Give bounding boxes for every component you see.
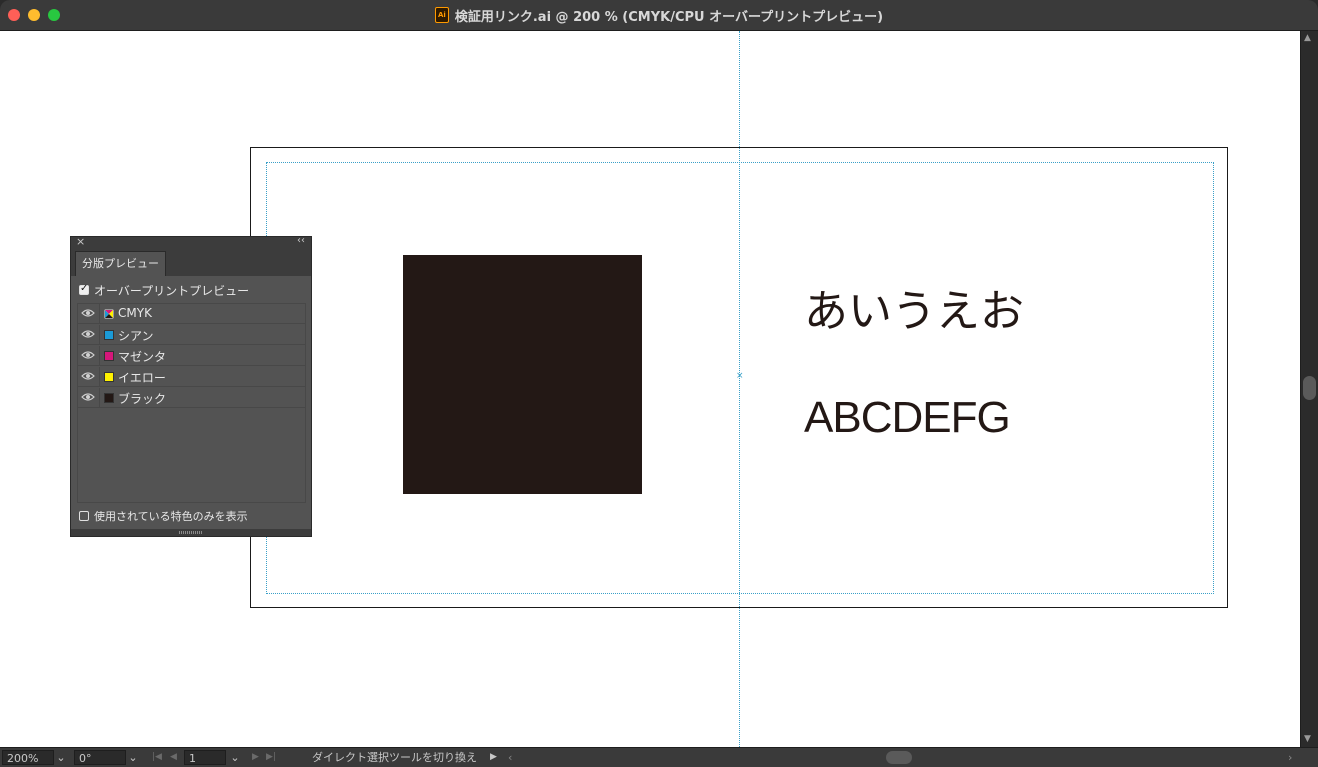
status-menu-play-icon[interactable]: ▶: [490, 750, 497, 765]
scroll-down-icon[interactable]: ▼: [1304, 734, 1311, 744]
show-used-spot-colors-checkbox[interactable]: [79, 511, 89, 521]
yellow-swatch: [104, 372, 114, 382]
status-bar: 200% ⌄ 0° ⌄ |◀ ◀ 1 ⌄ ▶ ▶| ダイレクト選択ツールを切り換…: [0, 747, 1318, 767]
latin-text-object[interactable]: ABCDEFG: [804, 393, 1011, 443]
rotation-dropdown-chevron-down-icon[interactable]: ⌄: [126, 750, 140, 765]
black-swatch: [104, 393, 114, 403]
zoom-dropdown-chevron-down-icon[interactable]: ⌄: [54, 750, 68, 765]
list-item[interactable]: シアン: [78, 325, 305, 345]
vertical-guide[interactable]: [739, 31, 740, 747]
panel-collapse-icon[interactable]: ‹‹: [297, 235, 305, 246]
window-title-group: Ai 検証用リンク.ai @ 200 % (CMYK/CPU オーバープリントプ…: [0, 0, 1318, 30]
title-bar: Ai 検証用リンク.ai @ 200 % (CMYK/CPU オーバープリントプ…: [0, 0, 1318, 31]
separation-label: ブラック: [118, 392, 167, 406]
separation-label: マゼンタ: [118, 350, 167, 364]
rotation-field[interactable]: 0°: [74, 750, 126, 765]
eye-icon[interactable]: [81, 369, 95, 383]
separations-list: CMYK シアン マゼンタ イエロー ブラック: [77, 303, 306, 503]
horizontal-scroll-thumb[interactable]: [886, 751, 912, 764]
magenta-swatch: [104, 351, 114, 361]
tab-separations-preview[interactable]: 分版プレビュー: [75, 251, 166, 276]
panel-tab-row: 分版プレビュー: [71, 249, 311, 276]
list-item[interactable]: マゼンタ: [78, 346, 305, 366]
zoom-level-field[interactable]: 200%: [2, 750, 54, 765]
japanese-text-object[interactable]: あいうえお: [804, 275, 1024, 339]
artboard-dropdown-chevron-down-icon[interactable]: ⌄: [228, 750, 242, 765]
panel-header[interactable]: × ‹‹: [71, 235, 311, 249]
eye-icon[interactable]: [81, 390, 95, 404]
scroll-right-icon[interactable]: ›: [1288, 750, 1292, 765]
last-artboard-icon[interactable]: ▶|: [266, 750, 276, 765]
panel-close-icon[interactable]: ×: [76, 235, 85, 248]
eye-icon[interactable]: [81, 306, 95, 320]
separation-label: CMYK: [118, 306, 152, 320]
list-item[interactable]: イエロー: [78, 367, 305, 387]
list-item[interactable]: ブラック: [78, 388, 305, 408]
scroll-left-icon[interactable]: ‹: [508, 750, 512, 765]
vertical-scrollbar[interactable]: ▲ ▼: [1300, 31, 1318, 747]
show-used-spot-colors-label[interactable]: 使用されている特色のみを表示: [94, 508, 248, 524]
artboard-center-mark-icon: ×: [736, 371, 744, 381]
scroll-up-icon[interactable]: ▲: [1304, 33, 1311, 43]
resize-grip-icon: [179, 531, 203, 534]
eye-icon[interactable]: [81, 348, 95, 362]
first-artboard-icon[interactable]: |◀: [152, 750, 162, 765]
window-title: 検証用リンク.ai @ 200 % (CMYK/CPU オーバープリントプレビュ…: [454, 9, 884, 25]
next-artboard-icon[interactable]: ▶: [252, 750, 259, 765]
panel-resize-handle[interactable]: [71, 529, 311, 536]
illustrator-file-icon: Ai: [434, 7, 449, 23]
black-square-object[interactable]: [403, 255, 642, 494]
separation-label: イエロー: [118, 371, 166, 385]
overprint-preview-checkbox[interactable]: [79, 283, 89, 295]
artboard-number-field[interactable]: 1: [184, 750, 226, 765]
cyan-swatch: [104, 330, 114, 340]
previous-artboard-icon[interactable]: ◀: [170, 750, 177, 765]
cmyk-composite-icon: [104, 309, 114, 319]
eye-icon[interactable]: [81, 327, 95, 341]
overprint-preview-label[interactable]: オーバープリントプレビュー: [94, 282, 249, 299]
vertical-scroll-thumb[interactable]: [1303, 376, 1316, 400]
list-item[interactable]: CMYK: [78, 304, 305, 324]
status-text: ダイレクト選択ツールを切り換え: [312, 751, 477, 764]
separation-label: シアン: [118, 329, 154, 343]
separations-preview-panel: × ‹‹ 分版プレビュー オーバープリントプレビュー CMYK: [70, 235, 312, 537]
